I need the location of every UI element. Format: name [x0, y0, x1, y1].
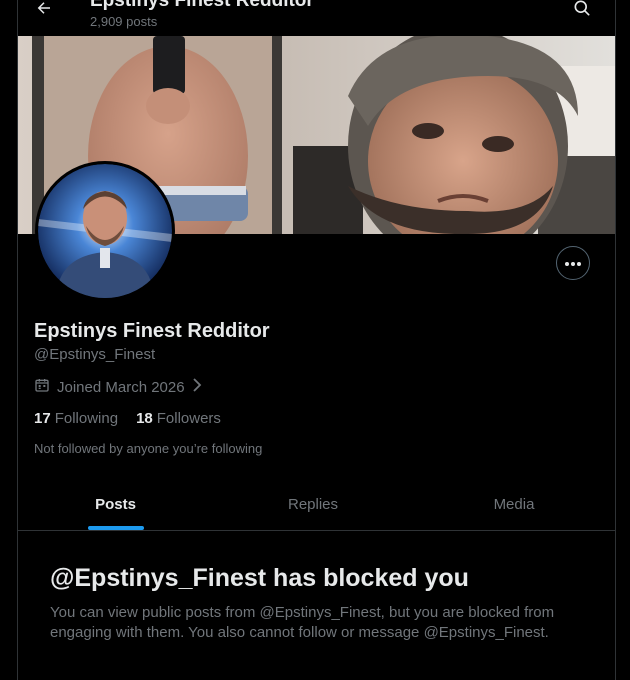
- following-link[interactable]: 17 Following: [34, 410, 118, 427]
- tab-media-label: Media: [493, 495, 535, 513]
- following-count: 17: [34, 410, 51, 427]
- tab-replies[interactable]: Replies: [213, 478, 413, 530]
- search-button[interactable]: [568, 0, 596, 20]
- active-tab-indicator: [87, 526, 144, 530]
- followers-link[interactable]: 18 Followers: [136, 410, 221, 427]
- profile-header: Epstinys Finest Redditor 2,909 posts: [18, 0, 615, 36]
- following-label: Following: [54, 410, 119, 427]
- back-arrow-icon: [35, 0, 53, 22]
- tab-replies-label: Replies: [287, 495, 339, 513]
- follow-stats: 17 Following 18 Followers: [34, 410, 221, 427]
- avatar[interactable]: [35, 161, 175, 301]
- joined-date[interactable]: Joined March 2026: [34, 377, 202, 397]
- post-count: 2,909 posts: [90, 14, 158, 29]
- followers-label: Followers: [156, 410, 221, 427]
- username-handle: @Epstinys_Finest: [34, 346, 156, 363]
- profile-tabs: Posts Replies Media: [18, 478, 615, 531]
- more-icon: [564, 254, 582, 272]
- tab-media[interactable]: Media: [413, 478, 615, 530]
- followers-count: 18: [136, 410, 153, 427]
- joined-label: Joined March 2026: [57, 378, 185, 396]
- search-icon: [572, 0, 592, 23]
- back-button[interactable]: [26, 0, 62, 20]
- blocked-message: You can view public posts from @Epstinys…: [50, 604, 555, 641]
- calendar-icon: [34, 377, 50, 397]
- tab-posts-label: Posts: [95, 495, 136, 513]
- blocked-title: @Epstinys_Finest has blocked you: [50, 564, 469, 592]
- display-name: Epstinys Finest Redditor: [34, 320, 270, 342]
- right-border: [615, 0, 616, 680]
- chevron-right-icon: [192, 378, 202, 396]
- header-title: Epstinys Finest Redditor: [90, 0, 314, 11]
- tab-posts[interactable]: Posts: [18, 478, 213, 530]
- more-options-button[interactable]: [556, 246, 590, 280]
- not-followed-note: Not followed by anyone you’re following: [34, 441, 263, 456]
